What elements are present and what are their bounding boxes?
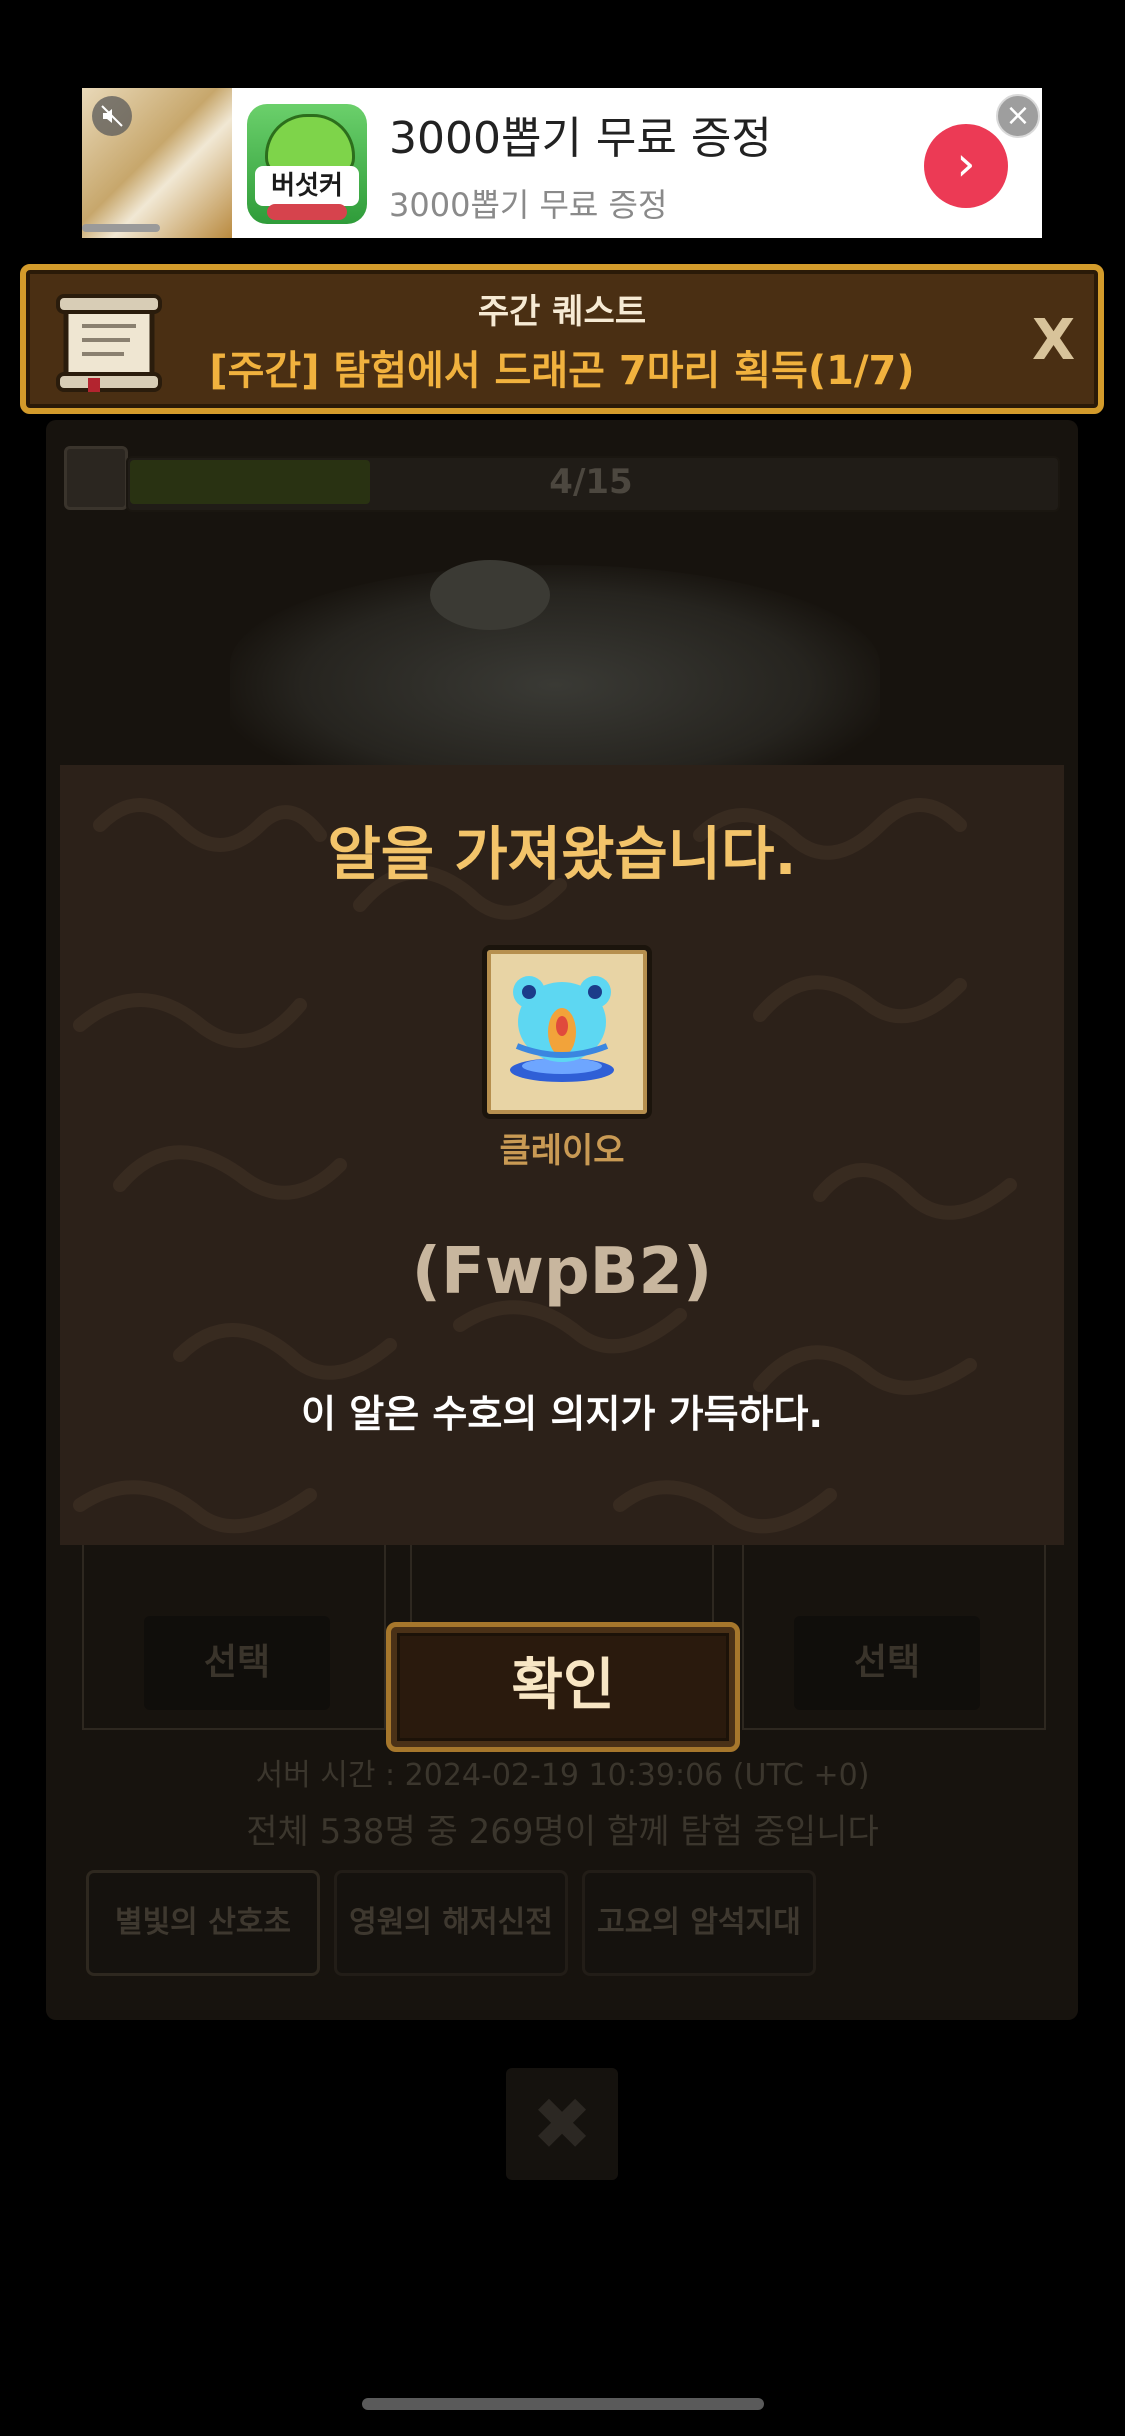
ad-subtitle[interactable]: 3000뽑기 무료 증정 <box>389 180 667 226</box>
modal-title: 알을 가져왔습니다. <box>327 820 797 888</box>
egg-code: (FwpB2) <box>411 1235 713 1309</box>
dragon-image <box>230 565 880 765</box>
ad-video-thumbnail[interactable] <box>82 88 232 238</box>
ad-open-button[interactable]: › <box>924 124 1008 208</box>
progress-text: 4/15 <box>549 462 633 502</box>
select-button-right[interactable]: 선택 <box>794 1616 980 1710</box>
ad-app-icon[interactable]: 버섯커 <box>247 104 367 224</box>
egg-card <box>482 945 652 1119</box>
dragon-egg-icon <box>510 976 614 1082</box>
quest-close-button[interactable]: X <box>1032 308 1075 373</box>
ad-banner[interactable]: 버섯커 3000뽑기 무료 증정 3000뽑기 무료 증정 › <box>82 88 1042 238</box>
confirm-button[interactable]: 확인 <box>386 1622 740 1752</box>
server-time: 서버 시간 : 2024-02-19 10:39:06 (UTC +0) <box>255 1758 870 1793</box>
video-progress <box>82 224 160 232</box>
egg-name: 클레이오 <box>499 1131 625 1171</box>
home-indicator[interactable] <box>362 2398 764 2410</box>
ad-close-button[interactable]: × <box>996 94 1040 138</box>
quest-title: 주간 퀘스트 <box>477 292 647 332</box>
gear-icon <box>64 446 128 510</box>
egg-description: 이 알은 수호의 의지가 가득하다. <box>301 1392 823 1436</box>
participants-text: 전체 538명 중 269명이 함께 탐험 중입니다 <box>246 1812 879 1852</box>
select-button-left[interactable]: 선택 <box>144 1616 330 1710</box>
weekly-quest-bar[interactable]: 주간 퀘스트 [주간] 탐험에서 드래곤 7마리 획득(1/7) X <box>20 264 1104 414</box>
mute-icon[interactable] <box>92 96 132 136</box>
app-icon-text: 버섯커 <box>255 166 359 206</box>
tab-calm-rocks[interactable]: 고요의 암석지대 <box>582 1870 816 1976</box>
ad-title[interactable]: 3000뽑기 무료 증정 <box>389 102 772 166</box>
tab-eternal-temple[interactable]: 영원의 해저신전 <box>334 1870 568 1976</box>
egg-result-modal: 알을 가져왔습니다. 클레이오 (FwpB2) 이 알은 수호의 의지가 가득하… <box>60 765 1064 1545</box>
tab-starlight-reef[interactable]: 별빛의 산호초 <box>86 1870 320 1976</box>
close-icon[interactable]: ✖ <box>506 2068 618 2180</box>
dragon-head-image <box>430 560 550 630</box>
quest-description: [주간] 탐험에서 드래곤 7마리 획득(1/7) <box>209 348 915 394</box>
